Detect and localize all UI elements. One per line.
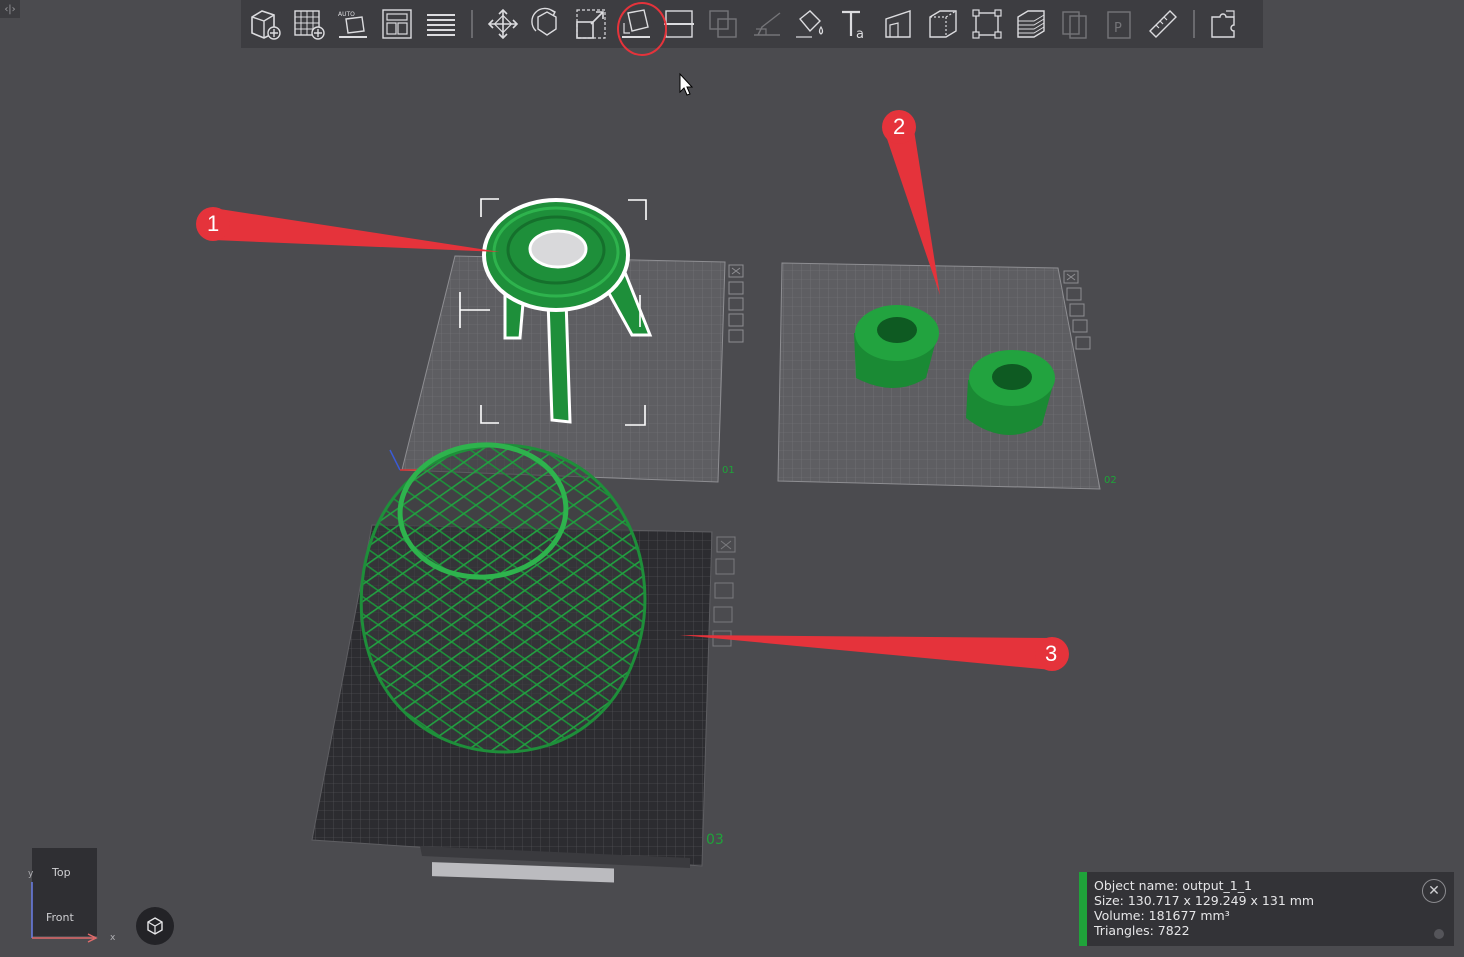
axis-gizmo [31, 882, 98, 943]
axis-y-label: y [28, 869, 34, 879]
minimize-icon[interactable] [1434, 929, 1444, 939]
viewport-3d[interactable] [0, 0, 1464, 957]
callout-2-number: 2 [893, 114, 906, 139]
plate-03-controls [712, 536, 736, 647]
plate-label-03: 03 [706, 832, 724, 848]
plate-label-02: 02 [1104, 475, 1117, 486]
object-volume: Volume: 181677 mm³ [1094, 908, 1230, 923]
object-size: Size: 130.717 x 129.249 x 131 mm [1094, 893, 1315, 908]
plate-01-controls [728, 264, 744, 343]
close-icon[interactable]: ✕ [1422, 879, 1446, 903]
callout-3-number: 3 [1045, 641, 1058, 666]
camera-reset-icon [147, 917, 163, 935]
callout-1 [196, 207, 500, 252]
plate-label-01: 01 [722, 465, 735, 476]
mouse-cursor-icon [679, 72, 694, 96]
model-ring-a[interactable] [854, 305, 939, 388]
object-name: Object name: output_1_1 [1094, 878, 1252, 893]
callout-3 [680, 635, 1069, 671]
callout-1-number: 1 [207, 211, 220, 236]
object-triangles: Triangles: 7822 [1094, 923, 1190, 938]
object-info-panel: Object name: output_1_1 Size: 130.717 x … [1079, 872, 1454, 946]
camera-view-button[interactable] [136, 907, 174, 945]
model-ring-b[interactable] [966, 350, 1055, 435]
axis-x-label: x [110, 933, 116, 943]
